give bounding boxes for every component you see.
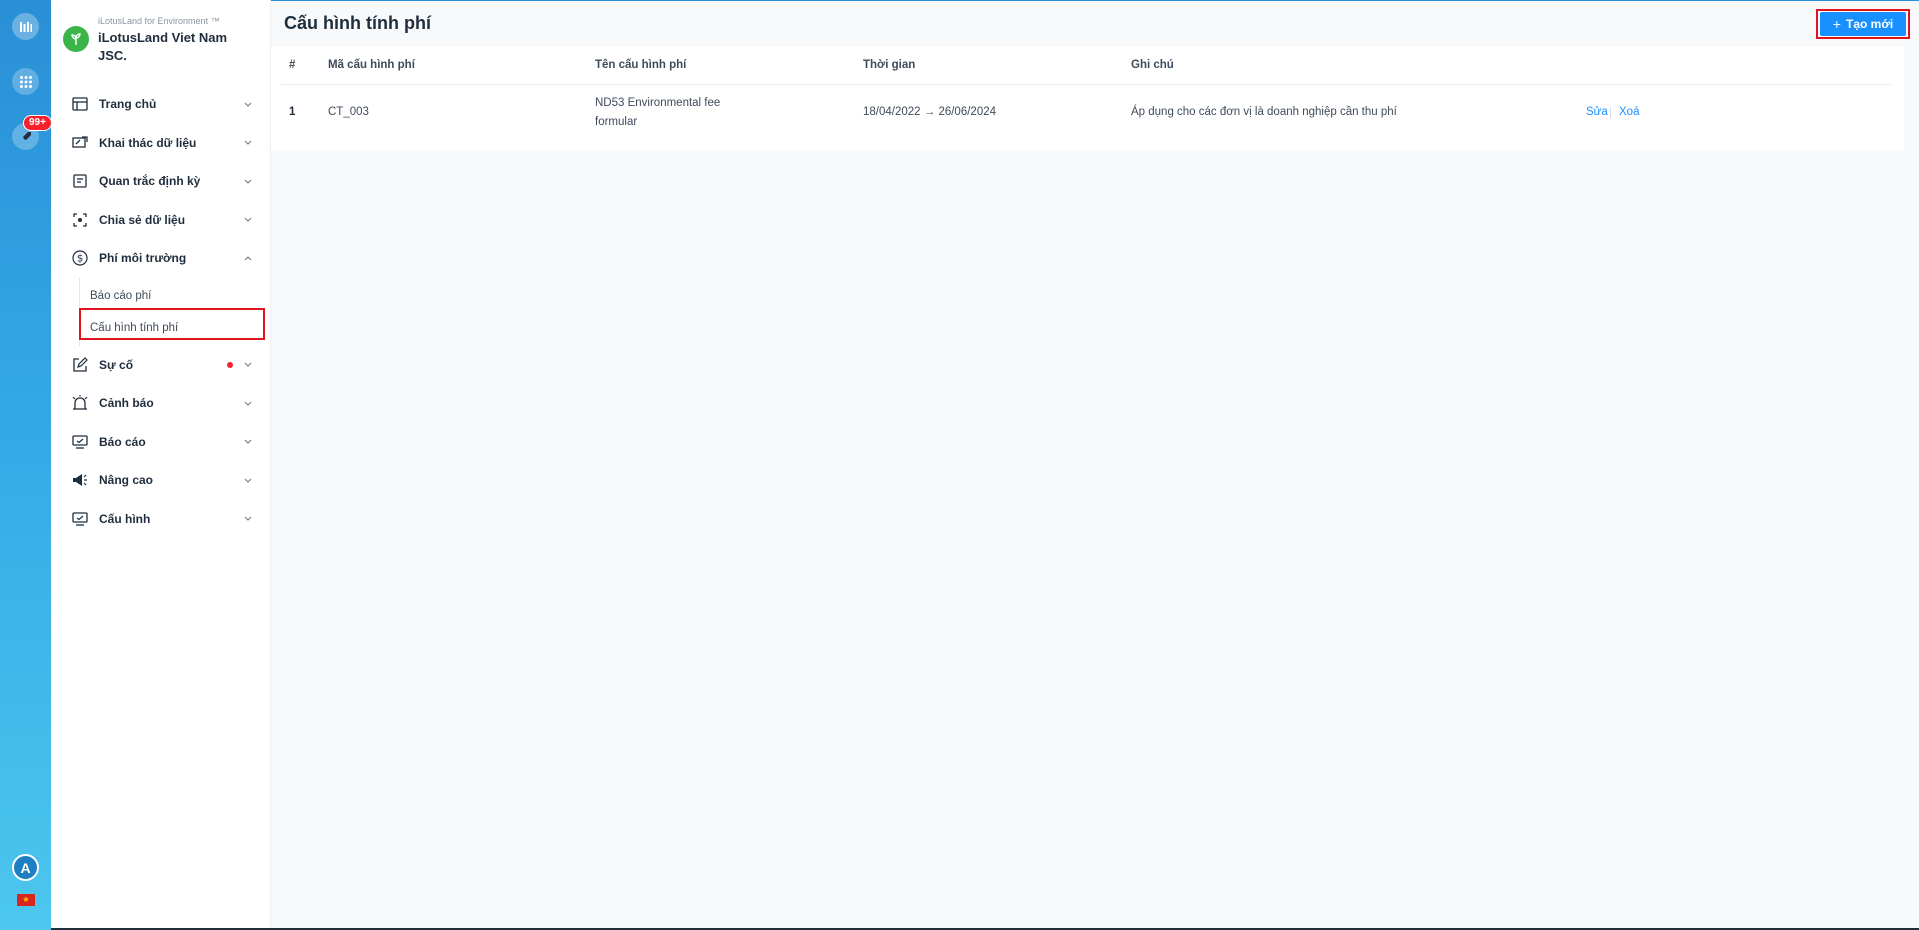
- svg-text:$: $: [77, 254, 83, 265]
- fee-config-table: # Mã cấu hình phí Tên cấu hình phí Thời …: [271, 47, 1904, 150]
- chevron-up-icon: [243, 253, 253, 263]
- brand-subtitle: iLotusLand for Environment ™: [98, 16, 220, 26]
- sidebar-item-trang-chu[interactable]: Trang chủ: [51, 85, 271, 124]
- column-header-code: Mã cấu hình phí: [328, 59, 415, 71]
- column-header-time: Thời gian: [863, 59, 916, 71]
- page-header: Cấu hình tính phí + Tạo mới: [271, 0, 1919, 47]
- sidebar-item-label: Phí môi trường: [99, 251, 187, 266]
- sidebar-item-nang-cao[interactable]: Nâng cao: [51, 461, 271, 500]
- sidebar-item-label: Khai thác dữ liệu: [99, 135, 197, 150]
- layout-icon: [71, 95, 89, 113]
- sidebar-item-bao-cao[interactable]: Báo cáo: [51, 423, 271, 462]
- notification-badge: 99+: [23, 115, 52, 131]
- button-highlight: [1816, 9, 1910, 39]
- sidebar-item-label: Báo cáo: [99, 434, 146, 449]
- sidebar-item-label: Quan trắc định kỳ: [99, 174, 201, 189]
- vietnam-flag-icon[interactable]: ★: [17, 894, 35, 906]
- sidebar-item-canh-bao[interactable]: Cảnh báo: [51, 384, 271, 423]
- sidebar-item-label: Nâng cao: [99, 473, 154, 488]
- config-icon: [71, 510, 89, 528]
- logo-icon[interactable]: [12, 13, 39, 40]
- column-header-name: Tên cấu hình phí: [595, 59, 687, 71]
- chevron-down-icon: [243, 360, 253, 370]
- share-focus-icon: [71, 211, 89, 229]
- alert-dot: [227, 361, 233, 368]
- sidebar-item-quan-trac[interactable]: Quan trắc định kỳ: [51, 162, 271, 201]
- page-title: Cấu hình tính phí: [284, 13, 431, 33]
- row-time: 18/04/2022 → 26/06/2024: [863, 106, 997, 118]
- sidebar-item-khai-thac[interactable]: Khai thác dữ liệu: [51, 124, 271, 163]
- column-header-index: #: [289, 59, 296, 71]
- sidebar-item-su-co[interactable]: Sự cố: [51, 346, 271, 385]
- table-header: # Mã cấu hình phí Tên cấu hình phí Thời …: [281, 47, 1891, 85]
- sidebar-item-chia-se[interactable]: Chia sẻ dữ liệu: [51, 201, 271, 240]
- chevron-down-icon: [243, 437, 253, 447]
- main-content: Cấu hình tính phí + Tạo mới # Mã cấu hìn…: [271, 0, 1919, 930]
- edit-icon: [71, 356, 89, 374]
- column-header-note: Ghi chú: [1131, 59, 1174, 71]
- sidebar-item-label: Trang chủ: [99, 97, 157, 112]
- submenu-item-bao-cao-phi[interactable]: Báo cáo phí: [80, 280, 271, 312]
- apps-grid-icon[interactable]: [12, 68, 39, 95]
- app-rail: 99+ A ★: [0, 0, 52, 930]
- chevron-down-icon: [243, 176, 253, 186]
- table-row: 1 CT_003 ND53 Environmental fee formular…: [281, 85, 1891, 140]
- chevron-down-icon: [243, 138, 253, 148]
- chevron-down-icon: [243, 475, 253, 485]
- row-note: Áp dụng cho các đơn vị là doanh nghiệp c…: [1131, 106, 1397, 118]
- row-index: 1: [289, 106, 296, 118]
- report-icon: [71, 433, 89, 451]
- sidebar: iLotusLand for Environment ™ iLotusLand …: [51, 0, 271, 930]
- alarm-icon: [71, 394, 89, 412]
- edit-link[interactable]: Sửa: [1586, 106, 1608, 118]
- chevron-down-icon: [243, 99, 253, 109]
- sidebar-item-cau-hinh[interactable]: Cấu hình: [51, 500, 271, 539]
- megaphone-icon: [71, 471, 89, 489]
- sidebar-item-label: Cấu hình: [99, 511, 151, 526]
- active-item-highlight: [79, 308, 265, 340]
- chevron-down-icon: [243, 398, 253, 408]
- delete-link[interactable]: Xoá: [1619, 106, 1639, 118]
- row-code: CT_003: [328, 106, 369, 118]
- chevron-down-icon: [243, 514, 253, 524]
- sidebar-item-label: Cảnh báo: [99, 396, 154, 411]
- document-list-icon: [71, 172, 89, 190]
- monitor-data-icon: [71, 134, 89, 152]
- sidebar-item-label: Chia sẻ dữ liệu: [99, 212, 186, 227]
- brand-name: iLotusLand Viet Nam JSC.: [98, 30, 228, 63]
- brand-logo-icon: [63, 26, 89, 52]
- row-name: ND53 Environmental fee formular: [595, 97, 721, 128]
- action-divider: [1610, 107, 1611, 118]
- sidebar-item-phi-moi-truong[interactable]: $ Phí môi trường: [51, 239, 271, 278]
- chevron-down-icon: [243, 215, 253, 225]
- dollar-circle-icon: $: [71, 249, 89, 267]
- sidebar-item-label: Sự cố: [99, 357, 134, 372]
- avatar[interactable]: A: [12, 854, 39, 881]
